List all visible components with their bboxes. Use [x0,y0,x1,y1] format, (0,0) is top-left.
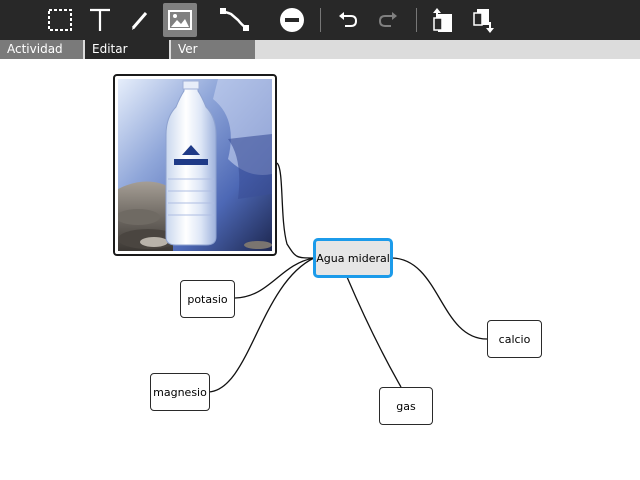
undo-button[interactable] [331,3,365,37]
link-tool-button[interactable] [218,3,252,37]
draw-tool-button[interactable] [123,3,157,37]
link-central-image [276,162,315,259]
tab-ver[interactable]: Ver [171,40,255,59]
central-node-label: Agua mideral [316,251,390,265]
move-up-button[interactable] [427,3,461,37]
node-label: potasio [187,292,228,306]
node-magnesio[interactable]: magnesio [150,373,210,411]
tab-bar: Actividad Editar Ver [0,40,640,59]
node-label: calcio [498,332,531,346]
mindmap-canvas[interactable]: Agua mideral potasio magnesio gas calcio [0,59,640,480]
node-label: gas [396,399,416,413]
image-tool-button[interactable] [163,3,197,37]
text-icon [90,8,110,31]
link-central-calcio [391,257,488,340]
dashed-rectangle-icon [48,9,72,31]
move-down-button[interactable] [467,3,501,37]
link-central-magnesio [208,257,315,393]
text-tool-button[interactable] [83,3,117,37]
water-bottle-photo [118,79,272,251]
select-tool-button[interactable] [43,3,77,37]
tab-editar[interactable]: Editar [85,40,169,59]
link-central-potasio [234,257,315,299]
layer-up-icon [433,8,452,32]
image-node[interactable] [113,74,277,256]
central-node[interactable]: Agua mideral [313,238,393,278]
toolbar [0,0,640,40]
undo-icon [339,12,358,27]
redo-icon [378,12,397,27]
connector-icon [220,8,249,31]
node-calcio[interactable]: calcio [487,320,542,358]
pencil-icon [131,12,148,30]
node-label: magnesio [153,385,207,399]
remove-icon [280,8,304,32]
layer-down-icon [473,9,494,33]
link-central-gas [346,276,402,388]
toolbar-separator [320,8,321,32]
node-potasio[interactable]: potasio [180,280,235,318]
toolbar-separator [416,8,417,32]
delete-tool-button[interactable] [275,3,309,37]
image-icon [168,10,192,30]
node-gas[interactable]: gas [379,387,433,425]
tab-actividad[interactable]: Actividad [0,40,83,59]
redo-button[interactable] [371,3,405,37]
